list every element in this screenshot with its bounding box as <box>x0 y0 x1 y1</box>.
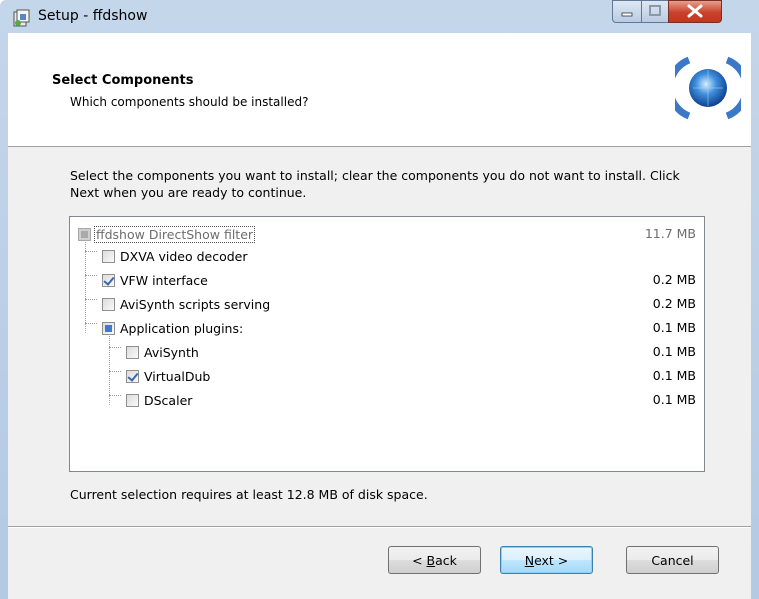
setup-app-icon <box>13 9 30 27</box>
component-checkbox[interactable] <box>102 249 115 263</box>
component-label: AviSynth scripts serving <box>120 296 271 312</box>
tree-connector <box>85 299 97 300</box>
close-icon <box>687 4 703 18</box>
component-label: Application plugins: <box>120 320 244 336</box>
tree-connector <box>85 275 97 276</box>
component-row-avisynth-scripts-serving[interactable]: AviSynth scripts serving <box>102 293 662 315</box>
back-label-prefix: < <box>412 552 427 568</box>
component-checkbox[interactable] <box>102 297 115 311</box>
component-label: VFW interface <box>120 272 208 288</box>
component-checkbox[interactable] <box>102 321 115 335</box>
component-size: 0.1 MB <box>652 344 696 359</box>
maximize-button[interactable] <box>641 0 669 23</box>
cancel-label: Cancel <box>651 552 694 568</box>
component-label: DScaler <box>144 392 193 408</box>
title-bar[interactable]: Setup - ffdshow <box>0 0 759 34</box>
tree-connector <box>109 371 121 372</box>
component-label: ffdshow DirectShow filter <box>94 225 256 243</box>
component-size: 0.1 MB <box>652 368 696 383</box>
components-list[interactable]: ffdshow DirectShow filter 11.7 MB DXVA v… <box>69 216 705 472</box>
component-row-vfw-interface[interactable]: VFW interface <box>102 269 662 291</box>
back-label-rest: ack <box>435 552 457 568</box>
next-label-hotkey: N <box>524 552 535 568</box>
component-checkbox[interactable] <box>126 345 139 359</box>
tree-connector <box>85 323 97 324</box>
minimize-icon <box>621 12 633 17</box>
component-row-avisynth[interactable]: AviSynth <box>126 341 666 363</box>
disk-space-status: Current selection requires at least 12.8… <box>70 487 428 502</box>
tree-connector <box>109 395 121 396</box>
tree-connector <box>85 251 97 252</box>
maximize-icon <box>649 5 661 16</box>
footer-separator <box>8 526 751 528</box>
component-row-application-plugins[interactable]: Application plugins: <box>102 317 662 339</box>
tree-connector <box>109 347 121 348</box>
close-button[interactable] <box>668 0 722 23</box>
component-row-dscaler[interactable]: DScaler <box>126 389 666 411</box>
next-label-rest: ext > <box>534 552 569 568</box>
window-title: Setup - ffdshow <box>38 8 148 24</box>
component-row-virtualdub[interactable]: VirtualDub <box>126 365 666 387</box>
page-title: Select Components <box>52 73 194 88</box>
back-label-hotkey: B <box>426 552 436 568</box>
component-size: 0.2 MB <box>652 296 696 311</box>
component-size: 11.7 MB <box>644 226 696 241</box>
component-checkbox[interactable] <box>78 227 91 241</box>
component-checkbox[interactable] <box>126 393 139 407</box>
component-row-dxva-video-decoder[interactable]: DXVA video decoder <box>102 245 662 267</box>
back-button[interactable]: < Back <box>388 546 481 574</box>
component-label: DXVA video decoder <box>120 248 248 264</box>
cancel-button[interactable]: Cancel <box>626 546 719 574</box>
instructions-text: Select the components you want to instal… <box>70 168 680 200</box>
component-checkbox[interactable] <box>126 369 139 383</box>
component-checkbox[interactable] <box>102 273 115 287</box>
page-subtitle: Which components should be installed? <box>70 95 309 109</box>
next-button[interactable]: Next > <box>500 546 593 574</box>
component-label: VirtualDub <box>144 368 211 384</box>
minimize-button[interactable] <box>612 0 642 23</box>
wizard-header: Select Components Which components shoul… <box>8 33 751 147</box>
setup-globe-icon <box>675 56 741 120</box>
component-size: 0.2 MB <box>652 272 696 287</box>
component-size: 0.1 MB <box>652 320 696 335</box>
component-label: AviSynth <box>144 344 199 360</box>
component-row-ffdshow-directshow-filter[interactable]: ffdshow DirectShow filter <box>78 223 698 245</box>
component-size: 0.1 MB <box>652 392 696 407</box>
